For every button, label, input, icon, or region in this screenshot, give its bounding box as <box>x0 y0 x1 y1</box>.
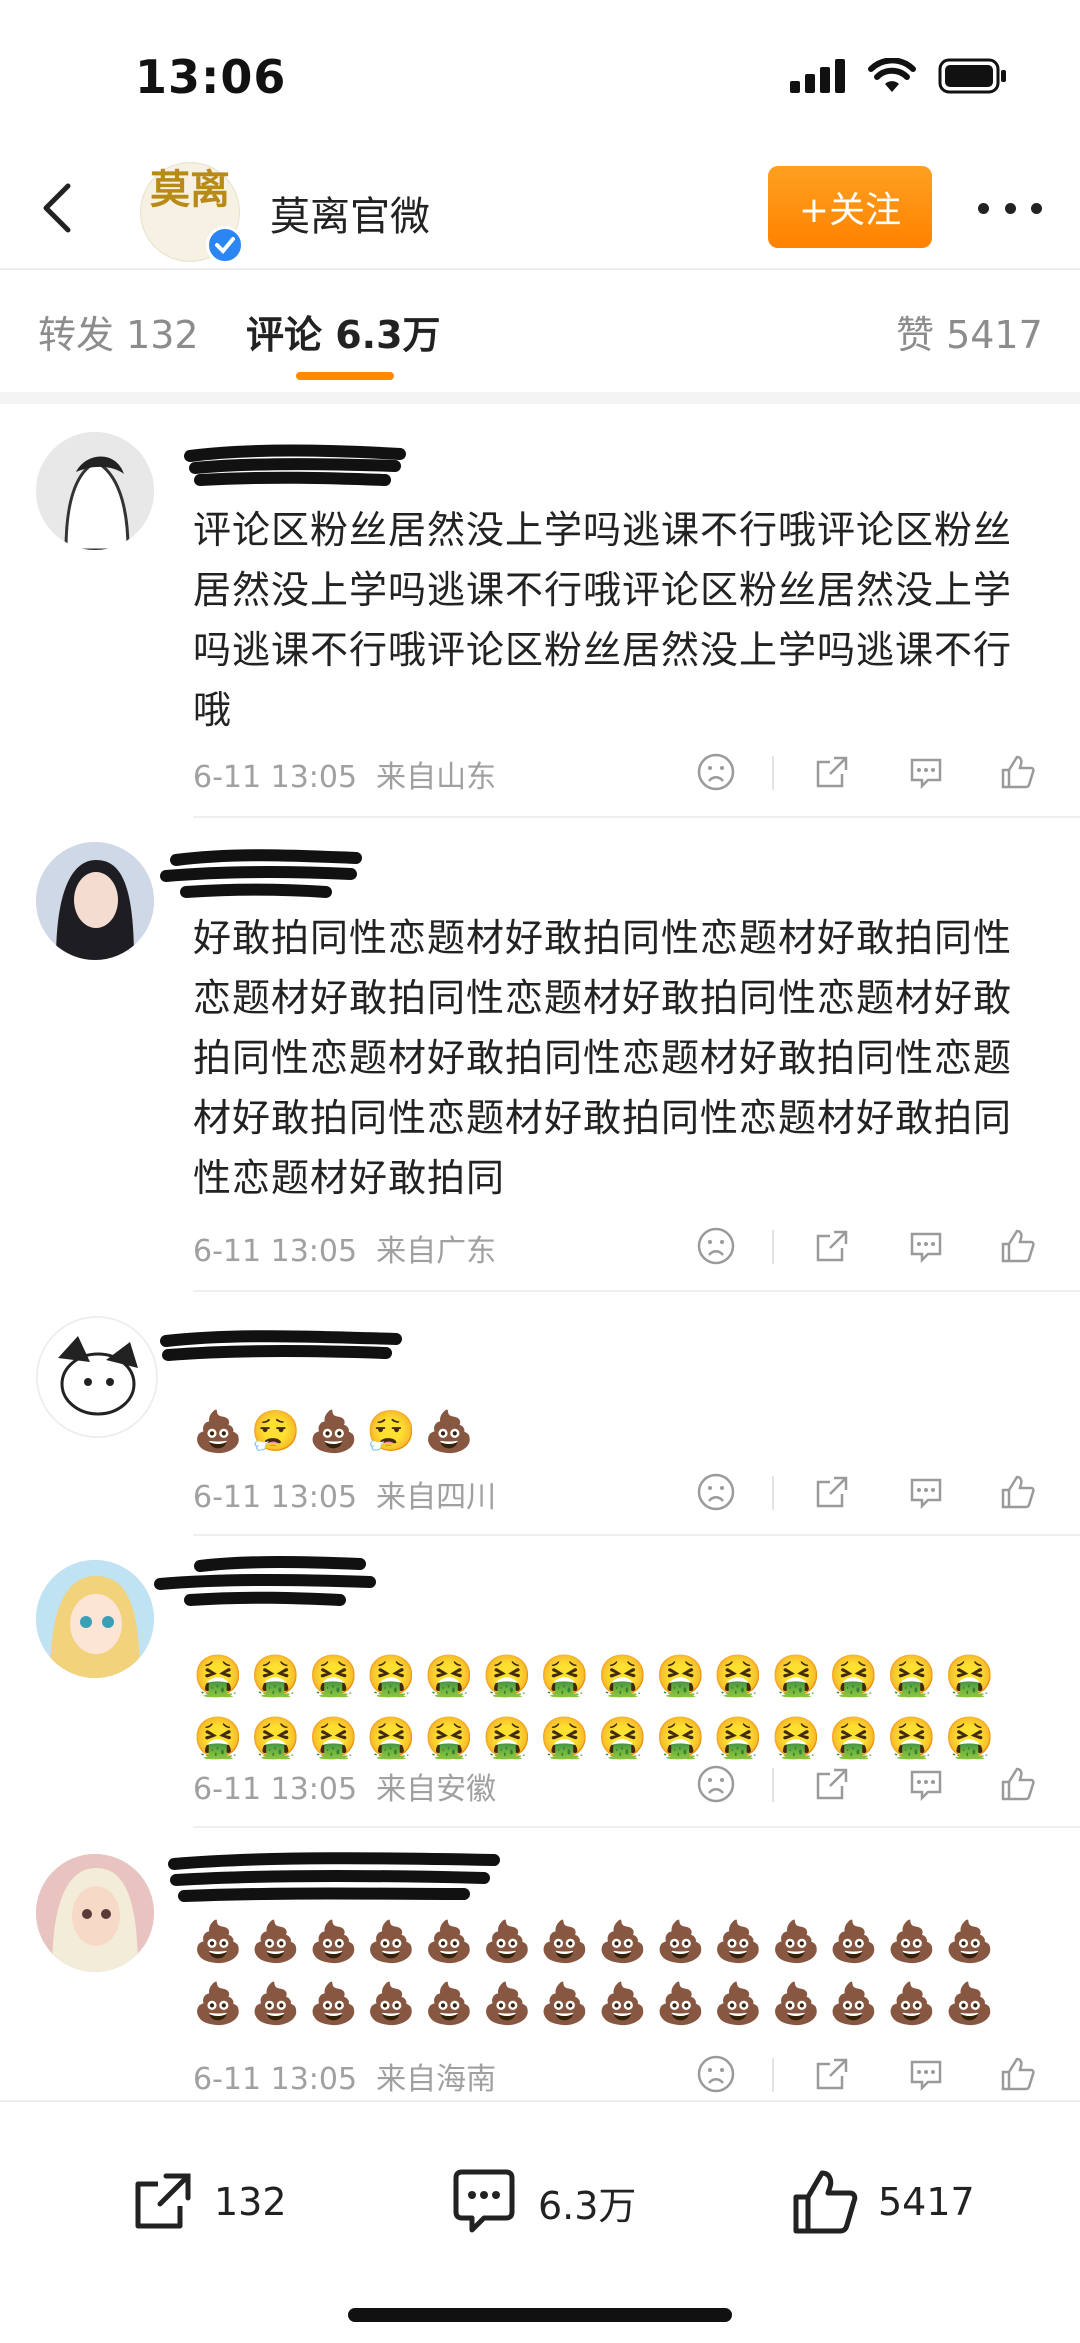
like-icon[interactable] <box>994 1760 1042 1808</box>
comment-meta: 6-11 13:05 来自海南 <box>193 2054 496 2098</box>
status-time: 13:06 <box>135 50 287 104</box>
comment-location: 来自安徽 <box>376 1772 497 1807</box>
home-indicator[interactable] <box>348 2308 732 2322</box>
nav-bar: 莫离 莫离官微 +关注 <box>0 150 1080 268</box>
comment-meta: 6-11 13:05 来自四川 <box>193 1472 496 1516</box>
emoji-row: 💩💩💩💩💩💩💩💩💩💩💩💩💩💩 <box>193 1919 1003 1965</box>
tab-repost[interactable]: 转发 132 <box>38 304 199 359</box>
comment-time: 6-11 13:05 <box>193 2062 358 2097</box>
wifi-icon <box>868 58 916 92</box>
avatar[interactable] <box>36 842 154 960</box>
dislike-face-icon[interactable] <box>692 1222 740 1270</box>
comment-time: 6-11 13:05 <box>193 1234 358 1269</box>
status-icons <box>790 58 1008 94</box>
comment-actions <box>692 2050 1040 2106</box>
comment-item: 💩💩💩💩💩💩💩💩💩💩💩💩💩💩 💩💩💩💩💩💩💩💩💩💩💩💩💩💩 6-11 13:05… <box>0 1828 1080 2100</box>
comment-icon[interactable] <box>902 2050 950 2098</box>
follow-button[interactable]: +关注 <box>768 166 932 248</box>
share-icon[interactable] <box>808 1222 856 1270</box>
repost-count: 132 <box>214 2180 287 2224</box>
tab-likes[interactable]: 赞 5417 <box>896 304 1043 359</box>
comment-icon[interactable] <box>902 1222 950 1270</box>
back-button[interactable] <box>28 176 92 240</box>
comment-location: 来自广东 <box>376 1234 497 1269</box>
redacted-username <box>160 849 362 898</box>
avatar[interactable] <box>36 1560 154 1678</box>
comment-count: 6.3万 <box>538 2183 637 2228</box>
comment-item: 💩😮‍💨💩😮‍💨💩 6-11 13:05 来自四川 <box>0 1292 1080 1536</box>
back-arrow-icon <box>43 183 71 233</box>
comment-icon[interactable] <box>902 1468 950 1516</box>
comment-actions <box>692 1222 1040 1278</box>
like-icon[interactable] <box>994 1468 1042 1516</box>
share-icon[interactable] <box>808 1760 856 1808</box>
comment-location: 来自山东 <box>376 760 497 795</box>
dislike-face-icon[interactable] <box>692 2050 740 2098</box>
comment-meta: 6-11 13:05 来自山东 <box>193 752 496 796</box>
comment-time: 6-11 13:05 <box>193 760 358 795</box>
comment-icon[interactable] <box>902 748 950 796</box>
comment-time: 6-11 13:05 <box>193 1480 358 1515</box>
battery-icon <box>938 58 1006 94</box>
comment-location: 来自四川 <box>376 1480 497 1515</box>
cellular-signal-icon <box>790 59 845 93</box>
dislike-face-icon[interactable] <box>692 1760 740 1808</box>
avatar[interactable] <box>36 432 154 550</box>
avatar-logo: 莫离 <box>150 166 230 213</box>
bottom-action-bar: 132 6.3万 5417 <box>0 2100 1080 2343</box>
comment-item: 🤮🤮🤮🤮🤮🤮🤮🤮🤮🤮🤮🤮🤮🤮 🤮🤮🤮🤮🤮🤮🤮🤮🤮🤮🤮🤮🤮🤮 6-11 13:05… <box>0 1536 1080 1828</box>
status-bar: 13:06 <box>0 0 1080 150</box>
dislike-face-icon[interactable] <box>692 748 740 796</box>
comment-button[interactable]: 6.3万 <box>448 2162 636 2242</box>
repost-icon <box>135 2173 191 2229</box>
comment-meta: 6-11 13:05 来自广东 <box>193 1226 496 1270</box>
more-options-icon[interactable] <box>978 188 1042 228</box>
comment-text: 评论区粉丝居然没上学吗逃课不行哦评论区粉丝居然没上学吗逃课不行哦评论区粉丝居然没… <box>193 508 1013 732</box>
like-count: 5417 <box>878 2180 975 2224</box>
comment-actions <box>692 1760 1040 1816</box>
comment-meta: 6-11 13:05 来自安徽 <box>193 1764 496 1808</box>
account-name[interactable]: 莫离官微 <box>270 184 430 242</box>
emoji-row: 💩😮‍💨💩😮‍💨💩 <box>193 1409 483 1455</box>
thumbs-up-icon <box>793 2170 858 2234</box>
comment-actions <box>692 1468 1040 1524</box>
like-icon[interactable] <box>994 1222 1042 1270</box>
share-icon[interactable] <box>808 1468 856 1516</box>
like-icon[interactable] <box>994 748 1042 796</box>
tab-bar: 转发 132 评论 6.3万 赞 5417 <box>0 272 1080 390</box>
dislike-face-icon[interactable] <box>692 1468 740 1516</box>
share-icon[interactable] <box>808 748 856 796</box>
emoji-row: 🤮🤮🤮🤮🤮🤮🤮🤮🤮🤮🤮🤮🤮🤮 <box>193 1653 1003 1699</box>
comment-icon[interactable] <box>902 1760 950 1808</box>
redacted-username <box>154 1556 376 1606</box>
section-divider <box>0 392 1080 404</box>
emoji-row: 🤮🤮🤮🤮🤮🤮🤮🤮🤮🤮🤮🤮🤮🤮 <box>193 1715 1003 1761</box>
share-icon[interactable] <box>808 2050 856 2098</box>
tab-comments[interactable]: 评论 6.3万 <box>246 304 441 359</box>
verified-badge-icon <box>206 226 244 264</box>
redacted-username <box>168 1852 500 1902</box>
comment-item: 好敢拍同性恋题材好敢拍同性恋题材好敢拍同性恋题材好敢拍同性恋题材好敢拍同性恋题材… <box>0 818 1080 1292</box>
repost-button[interactable]: 132 <box>128 2162 287 2242</box>
like-button[interactable]: 5417 <box>790 2162 975 2242</box>
comment-item: 评论区粉丝居然没上学吗逃课不行哦评论区粉丝居然没上学吗逃课不行哦评论区粉丝居然没… <box>0 408 1080 818</box>
avatar[interactable] <box>36 1316 158 1438</box>
emoji-row: 💩💩💩💩💩💩💩💩💩💩💩💩💩💩 <box>193 1981 1003 2027</box>
comment-bubble-icon <box>453 2169 515 2233</box>
tab-indicator <box>296 372 394 380</box>
comment-actions <box>692 748 1040 804</box>
like-icon[interactable] <box>994 2050 1042 2098</box>
comment-location: 来自海南 <box>376 2062 497 2097</box>
comment-text: 好敢拍同性恋题材好敢拍同性恋题材好敢拍同性恋题材好敢拍同性恋题材好敢拍同性恋题材… <box>193 916 1013 1200</box>
avatar[interactable] <box>36 1854 154 1972</box>
header-divider <box>0 268 1080 270</box>
redacted-username <box>160 1330 402 1361</box>
redacted-username <box>184 444 406 486</box>
comment-time: 6-11 13:05 <box>193 1772 358 1807</box>
